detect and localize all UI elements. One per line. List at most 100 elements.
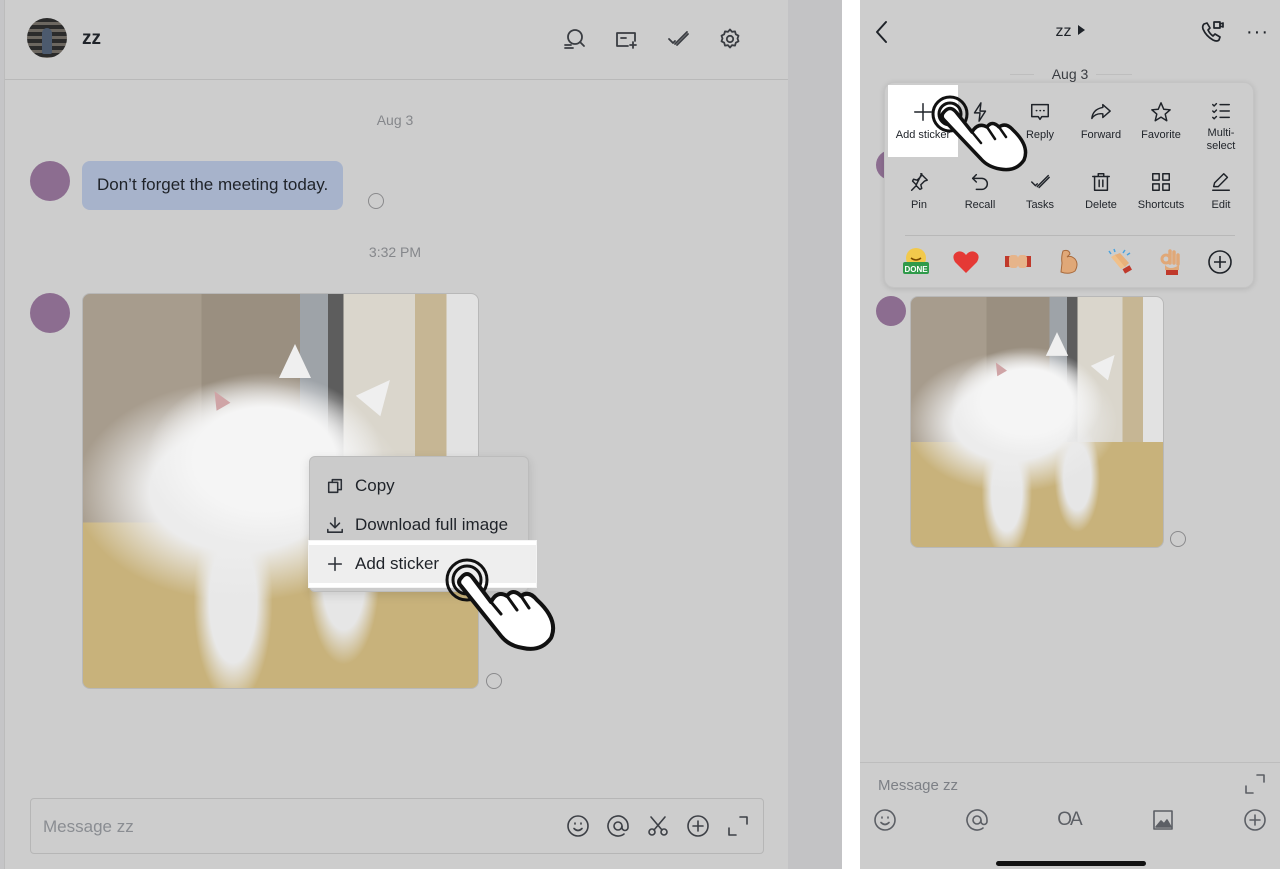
muscle-reaction[interactable] — [1051, 247, 1085, 277]
heart-reaction[interactable] — [949, 247, 983, 277]
expand-icon[interactable] — [1244, 773, 1266, 795]
action-favorite[interactable]: Favorite — [1131, 85, 1191, 153]
action-reply[interactable]: Reply — [1010, 85, 1070, 153]
action-label: Edit — [1211, 199, 1231, 211]
emoji-icon[interactable] — [872, 807, 898, 833]
mobile-chat-screen: zz ··· Aug 3 Add sticker Reply Forward F… — [860, 0, 1280, 869]
trash-icon — [1088, 169, 1114, 195]
read-status-indicator — [486, 673, 502, 689]
clap-reaction[interactable] — [1103, 247, 1137, 277]
home-indicator — [996, 861, 1146, 866]
desktop-scroll-gutter — [788, 0, 842, 869]
plus-icon — [910, 99, 936, 125]
play-arrow-icon — [1077, 25, 1085, 35]
chat-panel: zz Aug 3 Don’t forget the meeting today. — [4, 0, 789, 869]
action-label: Multi- select — [1206, 127, 1236, 152]
add-task-card-icon[interactable] — [613, 26, 639, 52]
search-history-icon[interactable] — [561, 26, 587, 52]
header-actions — [561, 26, 743, 52]
sender-avatar[interactable] — [876, 296, 906, 326]
text-message-bubble[interactable]: Don’t forget the meeting today. — [82, 161, 344, 210]
menu-item-label: Copy — [355, 476, 395, 495]
action-forward[interactable]: Forward — [1071, 85, 1131, 153]
divider-gap — [842, 0, 860, 869]
action-multi-select[interactable]: Multi- select — [1191, 85, 1251, 153]
forward-icon — [1088, 99, 1114, 125]
action-label: Shortcuts — [1137, 199, 1185, 211]
action-delete[interactable]: Delete — [1071, 155, 1131, 223]
chat-header: zz — [5, 0, 789, 80]
add-icon[interactable] — [685, 813, 711, 839]
action-label: Add sticker — [895, 129, 951, 141]
mention-icon[interactable] — [605, 813, 631, 839]
image-detail — [207, 387, 231, 411]
action-label: Forward — [1080, 129, 1122, 141]
format-text-icon[interactable]: OA — [1056, 807, 1082, 833]
action-shortcuts[interactable]: Shortcuts — [1131, 155, 1191, 223]
mobile-chat-title-text: zz — [1055, 23, 1072, 40]
menu-item-copy[interactable]: Copy — [310, 467, 530, 505]
action-recall[interactable]: Recall — [950, 155, 1010, 223]
action-add-sticker[interactable]: Add sticker — [888, 85, 958, 157]
emoji-icon[interactable] — [565, 813, 591, 839]
more-icon[interactable]: ··· — [1246, 22, 1270, 42]
download-icon — [325, 515, 345, 535]
copy-icon — [325, 476, 345, 496]
message-composer — [30, 798, 764, 854]
tasks-check-icon[interactable] — [665, 26, 691, 52]
read-status-indicator — [1170, 531, 1186, 547]
recall-icon — [967, 169, 993, 195]
action-label: Favorite — [1141, 129, 1181, 141]
fist-bump-reaction[interactable] — [1001, 247, 1035, 277]
more-reactions-icon[interactable] — [1203, 247, 1237, 277]
desktop-chat-window: zz Aug 3 Don’t forget the meeting today. — [0, 0, 842, 869]
image-detail — [355, 369, 403, 417]
sender-avatar[interactable] — [30, 161, 70, 201]
reply-icon — [1027, 99, 1053, 125]
video-call-icon[interactable] — [1200, 20, 1226, 46]
action-label: Reply — [1025, 129, 1055, 141]
settings-gear-icon[interactable] — [717, 26, 743, 52]
read-status-indicator — [368, 193, 384, 209]
action-pin[interactable]: Pin — [889, 155, 949, 223]
add-icon[interactable] — [1242, 807, 1268, 833]
image-detail — [1045, 332, 1069, 356]
message-action-panel: Add sticker Reply Forward Favorite Multi… — [884, 82, 1254, 288]
mobile-message-input[interactable] — [878, 773, 1178, 797]
image-icon[interactable] — [1150, 807, 1176, 833]
menu-item-label: Add sticker — [355, 554, 440, 573]
plus-icon — [325, 554, 345, 574]
done-reaction[interactable]: DONE — [899, 247, 933, 277]
edit-pencil-icon — [1208, 169, 1234, 195]
ok-hand-reaction[interactable] — [1153, 247, 1187, 277]
panel-divider — [905, 235, 1235, 236]
action-label: Delete — [1085, 199, 1117, 211]
mobile-image-message[interactable] — [910, 296, 1164, 548]
multiselect-icon — [1208, 99, 1234, 123]
image-detail — [991, 359, 1007, 377]
menu-item-add-sticker[interactable]: Add sticker — [309, 541, 536, 587]
grid-icon — [1148, 169, 1174, 195]
menu-item-label: Download full image — [355, 515, 509, 534]
image-detail — [1090, 347, 1124, 381]
chat-title: zz — [82, 28, 101, 49]
sender-avatar[interactable] — [30, 293, 70, 333]
action-tasks[interactable]: Tasks — [1010, 155, 1070, 223]
time-separator: 3:32 PM — [368, 244, 422, 260]
action-edit[interactable]: Edit — [1191, 155, 1251, 223]
date-separator: Aug 3 — [376, 112, 414, 128]
pin-icon — [906, 169, 932, 195]
expand-icon[interactable] — [725, 813, 751, 839]
star-icon — [1148, 99, 1174, 125]
action-lightning[interactable] — [950, 85, 1010, 153]
screenshot-scissors-icon[interactable] — [645, 813, 671, 839]
composer-toolbar — [565, 813, 751, 839]
message-input[interactable] — [43, 813, 523, 841]
menu-item-download-full-image[interactable]: Download full image — [310, 506, 530, 544]
image-detail — [279, 344, 311, 378]
svg-text:DONE: DONE — [904, 265, 928, 274]
lightning-icon — [967, 99, 993, 125]
contact-avatar[interactable] — [27, 18, 67, 58]
mention-icon[interactable] — [964, 807, 990, 833]
action-label: Tasks — [1025, 199, 1055, 211]
